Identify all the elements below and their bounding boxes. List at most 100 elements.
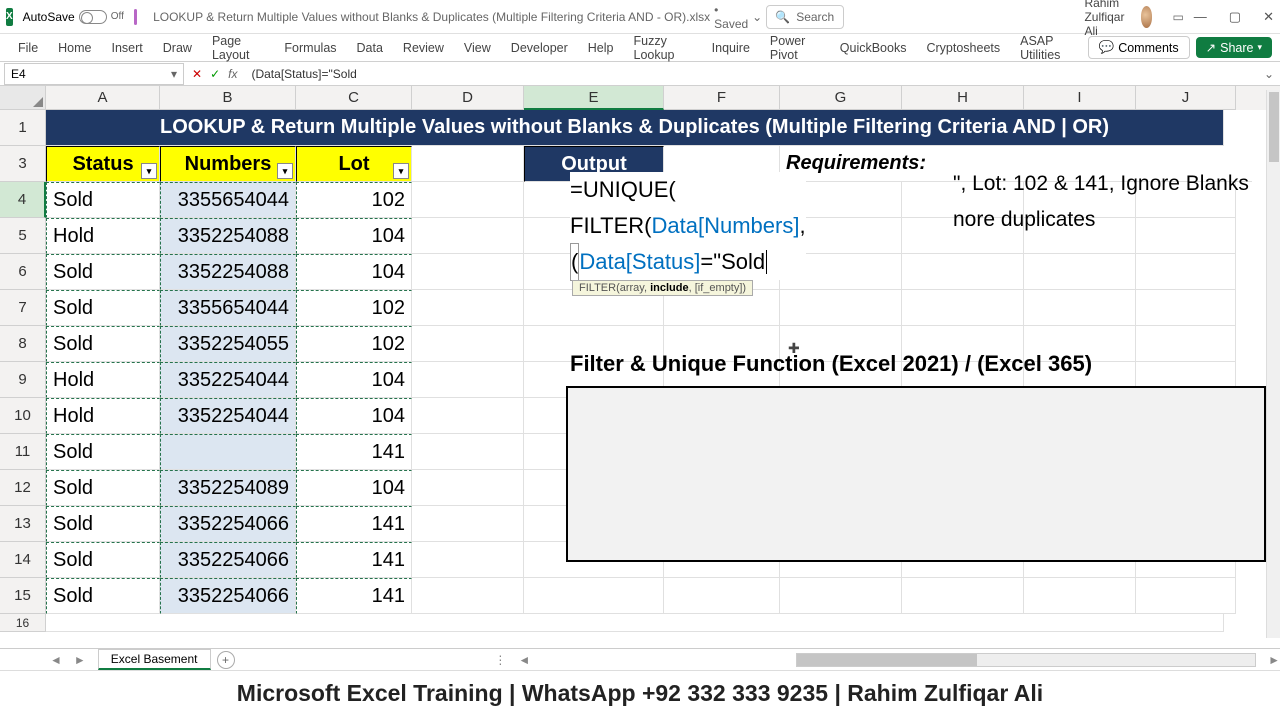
row-header[interactable]: 11: [0, 434, 46, 470]
header-lot[interactable]: Lot▾: [296, 146, 412, 182]
cell[interactable]: [412, 398, 524, 434]
cell-status[interactable]: Sold: [46, 506, 160, 542]
user-account[interactable]: Rahim Zulfiqar Ali: [1084, 0, 1152, 38]
cell-numbers[interactable]: 3355654044: [160, 182, 296, 218]
tab-formulas[interactable]: Formulas: [274, 35, 346, 61]
cell-status[interactable]: Hold: [46, 398, 160, 434]
col-header-b[interactable]: B: [160, 86, 296, 110]
cell[interactable]: [412, 362, 524, 398]
tab-page-layout[interactable]: Page Layout: [202, 28, 274, 68]
cell-numbers[interactable]: 3352254044: [160, 398, 296, 434]
cell-lot[interactable]: 104: [296, 398, 412, 434]
tab-asap-utilities[interactable]: ASAP Utilities: [1010, 28, 1087, 68]
col-header-h[interactable]: H: [902, 86, 1024, 110]
cell-lot[interactable]: 104: [296, 218, 412, 254]
tab-power-pivot[interactable]: Power Pivot: [760, 28, 830, 68]
cell-status[interactable]: Sold: [46, 254, 160, 290]
cell[interactable]: [412, 542, 524, 578]
tab-review[interactable]: Review: [393, 35, 454, 61]
spreadsheet-grid[interactable]: A B C D E F G H I J 1 LOOKUP & Return Mu…: [0, 86, 1280, 648]
col-header-a[interactable]: A: [46, 86, 160, 110]
cell-numbers[interactable]: 3352254055: [160, 326, 296, 362]
cell[interactable]: [412, 218, 524, 254]
title-cell[interactable]: LOOKUP & Return Multiple Values without …: [46, 110, 1224, 146]
toggle-icon[interactable]: [79, 10, 107, 24]
cell-status[interactable]: Hold: [46, 218, 160, 254]
row-header[interactable]: 14: [0, 542, 46, 578]
cell[interactable]: [412, 254, 524, 290]
select-all-corner[interactable]: [0, 86, 46, 110]
cell-status[interactable]: Sold: [46, 326, 160, 362]
row-header[interactable]: 15: [0, 578, 46, 614]
comments-button[interactable]: 💬 Comments: [1088, 36, 1190, 59]
tab-draw[interactable]: Draw: [153, 35, 202, 61]
cell-status[interactable]: Hold: [46, 362, 160, 398]
row-header[interactable]: 13: [0, 506, 46, 542]
col-header-c[interactable]: C: [296, 86, 412, 110]
row-header[interactable]: 8: [0, 326, 46, 362]
cell-status[interactable]: Sold: [46, 434, 160, 470]
cell-lot[interactable]: 141: [296, 542, 412, 578]
maximize-icon[interactable]: ▢: [1229, 9, 1241, 25]
col-header-e[interactable]: E: [524, 86, 664, 110]
sheet-nav-next-icon[interactable]: ►: [74, 653, 86, 667]
save-icon[interactable]: [134, 9, 137, 25]
cell-numbers[interactable]: 3352254066: [160, 506, 296, 542]
cell-numbers[interactable]: 3355654044: [160, 290, 296, 326]
row-header[interactable]: 9: [0, 362, 46, 398]
tab-options-icon[interactable]: ⋮: [494, 653, 506, 667]
sheet-nav-prev-icon[interactable]: ◄: [50, 653, 62, 667]
search-input[interactable]: 🔍 Search: [766, 5, 844, 29]
cell[interactable]: [1136, 254, 1236, 290]
cell[interactable]: [902, 290, 1024, 326]
col-header-j[interactable]: J: [1136, 86, 1236, 110]
scroll-left-icon[interactable]: ◄: [518, 653, 530, 667]
cell[interactable]: [1136, 326, 1236, 362]
cell-lot[interactable]: 141: [296, 434, 412, 470]
cell[interactable]: [412, 506, 524, 542]
cell-lot[interactable]: 102: [296, 326, 412, 362]
cell[interactable]: [1136, 290, 1236, 326]
cell-numbers[interactable]: 3352254089: [160, 470, 296, 506]
cell[interactable]: [1024, 254, 1136, 290]
cell[interactable]: [412, 146, 524, 182]
tab-help[interactable]: Help: [578, 35, 624, 61]
cell-status[interactable]: Sold: [46, 290, 160, 326]
cell-lot[interactable]: 141: [296, 578, 412, 614]
cell-numbers[interactable]: [160, 434, 296, 470]
filter-icon[interactable]: ▾: [141, 163, 157, 179]
cell[interactable]: [780, 290, 902, 326]
cell-numbers[interactable]: 3352254088: [160, 254, 296, 290]
vertical-scrollbar[interactable]: [1266, 90, 1280, 638]
cell-lot[interactable]: 104: [296, 254, 412, 290]
cell-status[interactable]: Sold: [46, 542, 160, 578]
cell-numbers[interactable]: 3352254066: [160, 542, 296, 578]
cell[interactable]: [412, 470, 524, 506]
row-header[interactable]: 5: [0, 218, 46, 254]
header-status[interactable]: Status▾: [46, 146, 160, 182]
cell[interactable]: [1024, 578, 1136, 614]
cell[interactable]: [1136, 218, 1236, 254]
filter-icon[interactable]: ▾: [393, 163, 409, 179]
chevron-down-icon[interactable]: ⌄: [752, 10, 762, 24]
cell[interactable]: [780, 578, 902, 614]
cell-status[interactable]: Sold: [46, 182, 160, 218]
scroll-right-icon[interactable]: ►: [1268, 653, 1280, 667]
row-header[interactable]: 6: [0, 254, 46, 290]
tab-data[interactable]: Data: [347, 35, 393, 61]
row-header[interactable]: 3: [0, 146, 46, 182]
tab-home[interactable]: Home: [48, 35, 101, 61]
cell[interactable]: [412, 290, 524, 326]
cell[interactable]: [524, 578, 664, 614]
scrollbar-thumb[interactable]: [1269, 92, 1279, 162]
tab-view[interactable]: View: [454, 35, 501, 61]
cell[interactable]: [412, 182, 524, 218]
close-icon[interactable]: ✕: [1263, 9, 1274, 25]
cell-lot[interactable]: 104: [296, 470, 412, 506]
row-header[interactable]: 12: [0, 470, 46, 506]
row-header[interactable]: 4: [0, 182, 46, 218]
col-header-f[interactable]: F: [664, 86, 780, 110]
col-header-i[interactable]: I: [1024, 86, 1136, 110]
share-button[interactable]: ↗ Share ▾: [1196, 37, 1272, 58]
row-header[interactable]: 10: [0, 398, 46, 434]
